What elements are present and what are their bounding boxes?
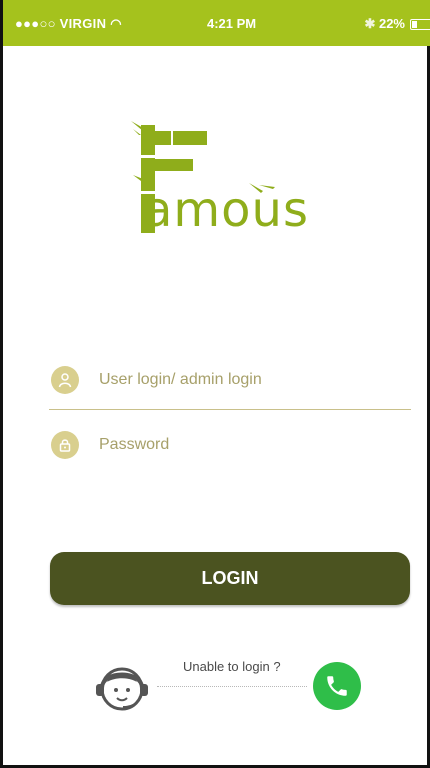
status-time: 4:21 PM bbox=[207, 16, 257, 31]
status-bar: ●●●○○ VIRGIN ◠ 4:21 PM ✱ 22% bbox=[3, 0, 430, 46]
login-button[interactable]: LOGIN bbox=[50, 552, 410, 605]
call-button[interactable] bbox=[313, 662, 361, 710]
dotted-divider bbox=[157, 686, 307, 687]
bluetooth-icon: ✱ bbox=[364, 16, 376, 31]
battery-icon bbox=[410, 19, 430, 30]
support-agent-icon bbox=[96, 667, 148, 711]
wifi-icon: ◠ bbox=[110, 16, 122, 31]
battery-percent: 22% bbox=[378, 16, 405, 31]
password-field[interactable]: Password bbox=[51, 427, 411, 467]
field-divider bbox=[49, 409, 411, 410]
status-battery-group: ✱ 22% bbox=[364, 16, 405, 32]
username-input[interactable]: User login/ admin login bbox=[99, 371, 262, 389]
logo-wordmark: amous bbox=[143, 182, 309, 238]
user-icon bbox=[51, 366, 79, 394]
carrier-signal: ●●●○○ VIRGIN ◠ bbox=[15, 16, 122, 31]
username-field[interactable]: User login/ admin login bbox=[51, 362, 411, 402]
lock-icon bbox=[51, 431, 79, 459]
app-frame: ●●●○○ VIRGIN ◠ 4:21 PM ✱ 22% amous User … bbox=[0, 0, 430, 768]
password-input[interactable]: Password bbox=[99, 436, 169, 454]
unable-to-login-link[interactable]: Unable to login ? bbox=[183, 659, 281, 674]
phone-icon bbox=[327, 676, 347, 696]
